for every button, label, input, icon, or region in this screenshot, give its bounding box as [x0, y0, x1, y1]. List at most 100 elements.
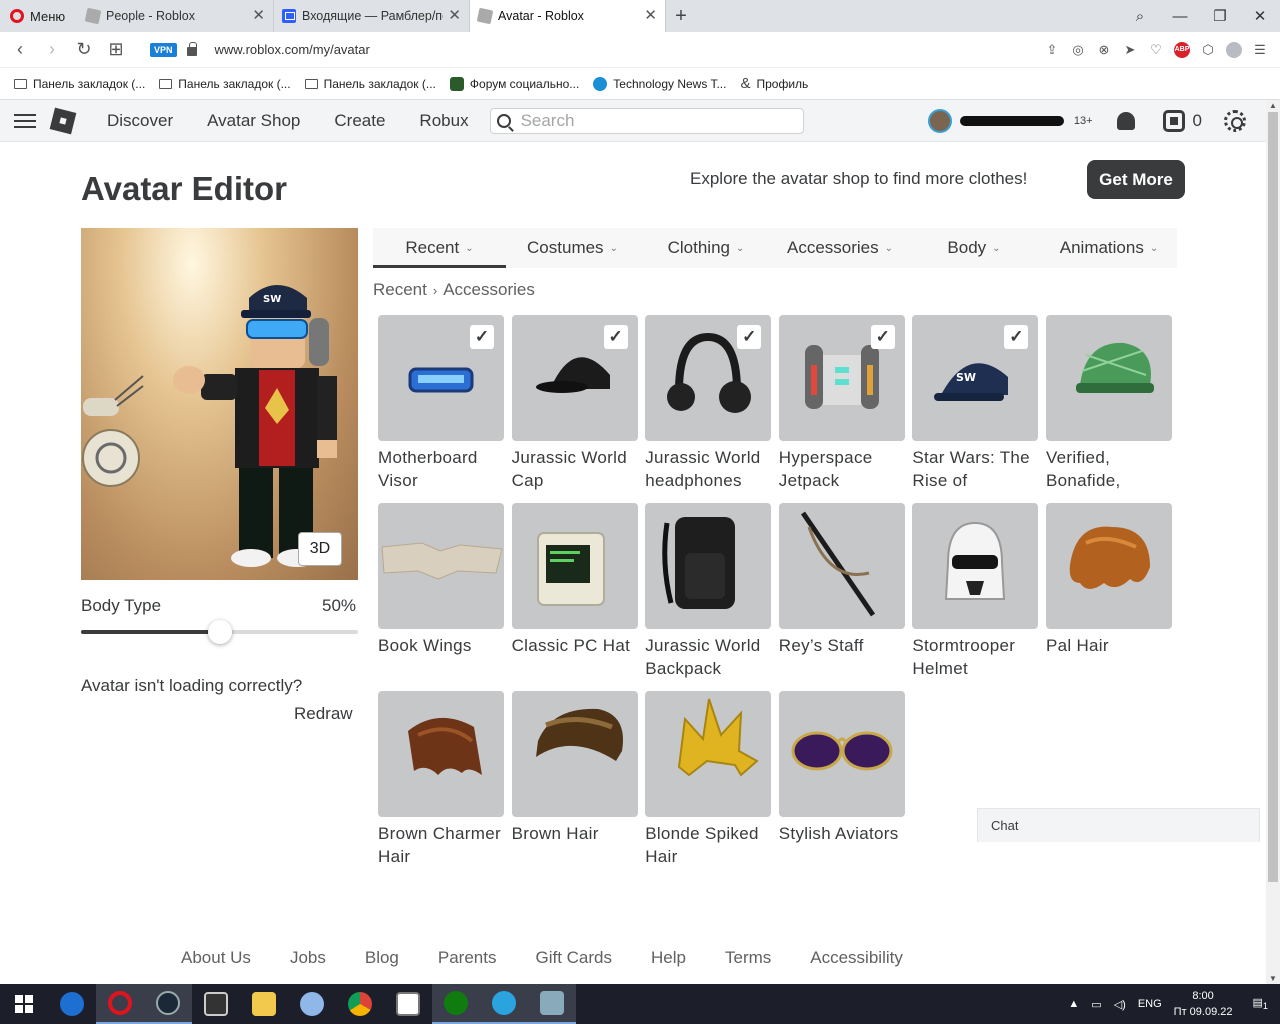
footer-link-parents[interactable]: Parents [438, 948, 497, 968]
chat-bar[interactable]: Chat [977, 808, 1260, 842]
avatar-preview[interactable]: SW 3D [81, 228, 358, 580]
robux-count[interactable]: 0 [1193, 111, 1202, 131]
gear-icon[interactable] [1224, 110, 1246, 132]
adblock-icon[interactable]: ABP [1174, 41, 1190, 58]
network-icon[interactable]: ▭ [1091, 998, 1101, 1011]
close-window-icon[interactable]: ✕ [1240, 0, 1280, 32]
breadcrumb-recent[interactable]: Recent [373, 280, 427, 299]
footer-link-help[interactable]: Help [651, 948, 686, 968]
item-thumbnail[interactable]: ✓ [378, 315, 504, 441]
item-card[interactable]: SW ✓ Star Wars: The Rise of [912, 315, 1039, 503]
easy-setup-icon[interactable]: ☰ [1252, 42, 1268, 58]
windows-start-icon[interactable] [0, 984, 48, 1024]
item-thumbnail[interactable] [1045, 315, 1172, 441]
bell-icon[interactable] [1116, 112, 1135, 130]
username-redacted[interactable] [959, 116, 1064, 126]
taskbar-app[interactable] [192, 984, 240, 1024]
volume-icon[interactable]: ◁) [1114, 998, 1126, 1011]
item-thumbnail[interactable]: ✓ [778, 315, 905, 441]
item-card[interactable]: Book Wings [378, 503, 504, 691]
scroll-down-icon[interactable]: ▼ [1269, 974, 1277, 983]
item-card[interactable]: Blonde Spiked Hair [645, 691, 772, 879]
item-card[interactable]: ✓ Motherboard Visor [378, 315, 504, 503]
checkmark-icon[interactable]: ✓ [1004, 325, 1029, 349]
speed-dial-icon[interactable]: ⊞ [100, 39, 132, 60]
item-thumbnail[interactable] [778, 691, 905, 817]
view-3d-toggle[interactable]: 3D [298, 532, 342, 566]
item-thumbnail[interactable] [645, 691, 772, 817]
taskbar-chrome[interactable] [336, 984, 384, 1024]
footer-link-blog[interactable]: Blog [365, 948, 399, 968]
item-thumbnail[interactable] [511, 691, 638, 817]
camera-icon[interactable]: ◎ [1070, 42, 1086, 58]
checkmark-icon[interactable]: ✓ [737, 325, 762, 349]
footer-link-accessibility[interactable]: Accessibility [810, 948, 903, 968]
checkmark-icon[interactable]: ✓ [470, 325, 494, 349]
scrollbar-thumb[interactable] [1268, 112, 1278, 882]
item-thumbnail[interactable]: ✓ [645, 315, 772, 441]
footer-link-jobs[interactable]: Jobs [290, 948, 326, 968]
item-card[interactable]: Stylish Aviators [778, 691, 905, 879]
tab-clothing[interactable]: Clothing ⌄ [639, 228, 773, 268]
taskbar-steam[interactable] [144, 984, 192, 1024]
opera-menu-button[interactable]: Меню [0, 0, 78, 32]
language-indicator[interactable]: ENG [1138, 998, 1162, 1010]
browser-tab-people[interactable]: People - Roblox ✕ [78, 0, 274, 32]
tab-costumes[interactable]: Costumes ⌄ [506, 228, 639, 268]
bookmark-folder[interactable]: Панель закладок (... [304, 77, 436, 91]
forward-icon[interactable]: › [36, 39, 68, 60]
robux-icon[interactable] [1162, 110, 1185, 132]
get-more-button[interactable]: Get More [1087, 160, 1185, 199]
item-card[interactable]: Brown Hair [511, 691, 638, 879]
checkmark-icon[interactable]: ✓ [603, 325, 628, 349]
nav-create[interactable]: Create [317, 111, 402, 131]
item-thumbnail[interactable] [645, 503, 772, 629]
item-card[interactable]: Classic PC Hat [511, 503, 638, 691]
avatar[interactable] [927, 109, 952, 133]
item-thumbnail[interactable] [511, 503, 638, 629]
item-thumbnail[interactable] [378, 503, 504, 629]
nav-avatar-shop[interactable]: Avatar Shop [190, 111, 317, 131]
menu-icon[interactable] [14, 113, 36, 128]
redraw-link[interactable]: Redraw [294, 704, 353, 724]
checkmark-icon[interactable]: ✓ [870, 325, 895, 349]
item-card[interactable]: Brown Charmer Hair [378, 691, 504, 879]
nav-robux[interactable]: Robux [402, 111, 485, 131]
item-card[interactable]: Stormtrooper Helmet [912, 503, 1039, 691]
tab-accessories[interactable]: Accessories ⌄ [773, 228, 907, 268]
reload-icon[interactable]: ↻ [68, 39, 100, 60]
bookmark-profile[interactable]: & Профиль [740, 75, 808, 92]
search-input[interactable]: Search [489, 107, 804, 134]
taskbar-app2[interactable] [528, 984, 576, 1024]
scroll-up-icon[interactable]: ▲ [1269, 101, 1277, 110]
taskbar-explorer[interactable] [240, 984, 288, 1024]
item-thumbnail[interactable] [912, 503, 1039, 629]
tab-body[interactable]: Body ⌄ [907, 228, 1041, 268]
item-card[interactable]: ✓ Jurassic World headphones [645, 315, 772, 503]
tab-animations[interactable]: Animations ⌄ [1041, 228, 1177, 268]
item-card[interactable]: ✓ Jurassic World Cap [511, 315, 638, 503]
taskbar-store[interactable] [384, 984, 432, 1024]
profile-icon[interactable] [1226, 41, 1242, 58]
item-thumbnail[interactable] [778, 503, 905, 629]
close-tab-icon[interactable]: ✕ [252, 8, 265, 23]
body-type-slider[interactable] [81, 620, 358, 644]
lock-icon[interactable] [186, 42, 197, 56]
minimize-icon[interactable]: — [1160, 0, 1200, 32]
bookmark-folder[interactable]: Панель закладок (... [159, 77, 291, 91]
taskbar-edge[interactable] [48, 984, 96, 1024]
item-thumbnail[interactable]: SW ✓ [912, 315, 1039, 441]
tray-expand-icon[interactable]: ▲ [1068, 998, 1079, 1010]
new-tab-button[interactable]: + [666, 5, 696, 28]
block-icon[interactable]: ⊗ [1096, 42, 1112, 58]
item-card[interactable]: ✓ Hyperspace Jetpack [778, 315, 905, 503]
taskbar-paint[interactable] [288, 984, 336, 1024]
notification-icon[interactable]: ▤1 [1253, 996, 1269, 1011]
browser-tab-avatar[interactable]: Avatar - Roblox ✕ [470, 0, 666, 32]
browser-tab-mail[interactable]: Входящие — Рамблер/по ✕ [274, 0, 470, 32]
bookmark-forum[interactable]: Форум социально... [449, 76, 579, 91]
clock[interactable]: 8:00 Пт 09.09.22 [1174, 988, 1233, 1020]
taskbar-telegram[interactable] [480, 984, 528, 1024]
taskbar-xbox[interactable] [432, 984, 480, 1024]
bookmark-folder[interactable]: Панель закладок (... [14, 77, 145, 91]
